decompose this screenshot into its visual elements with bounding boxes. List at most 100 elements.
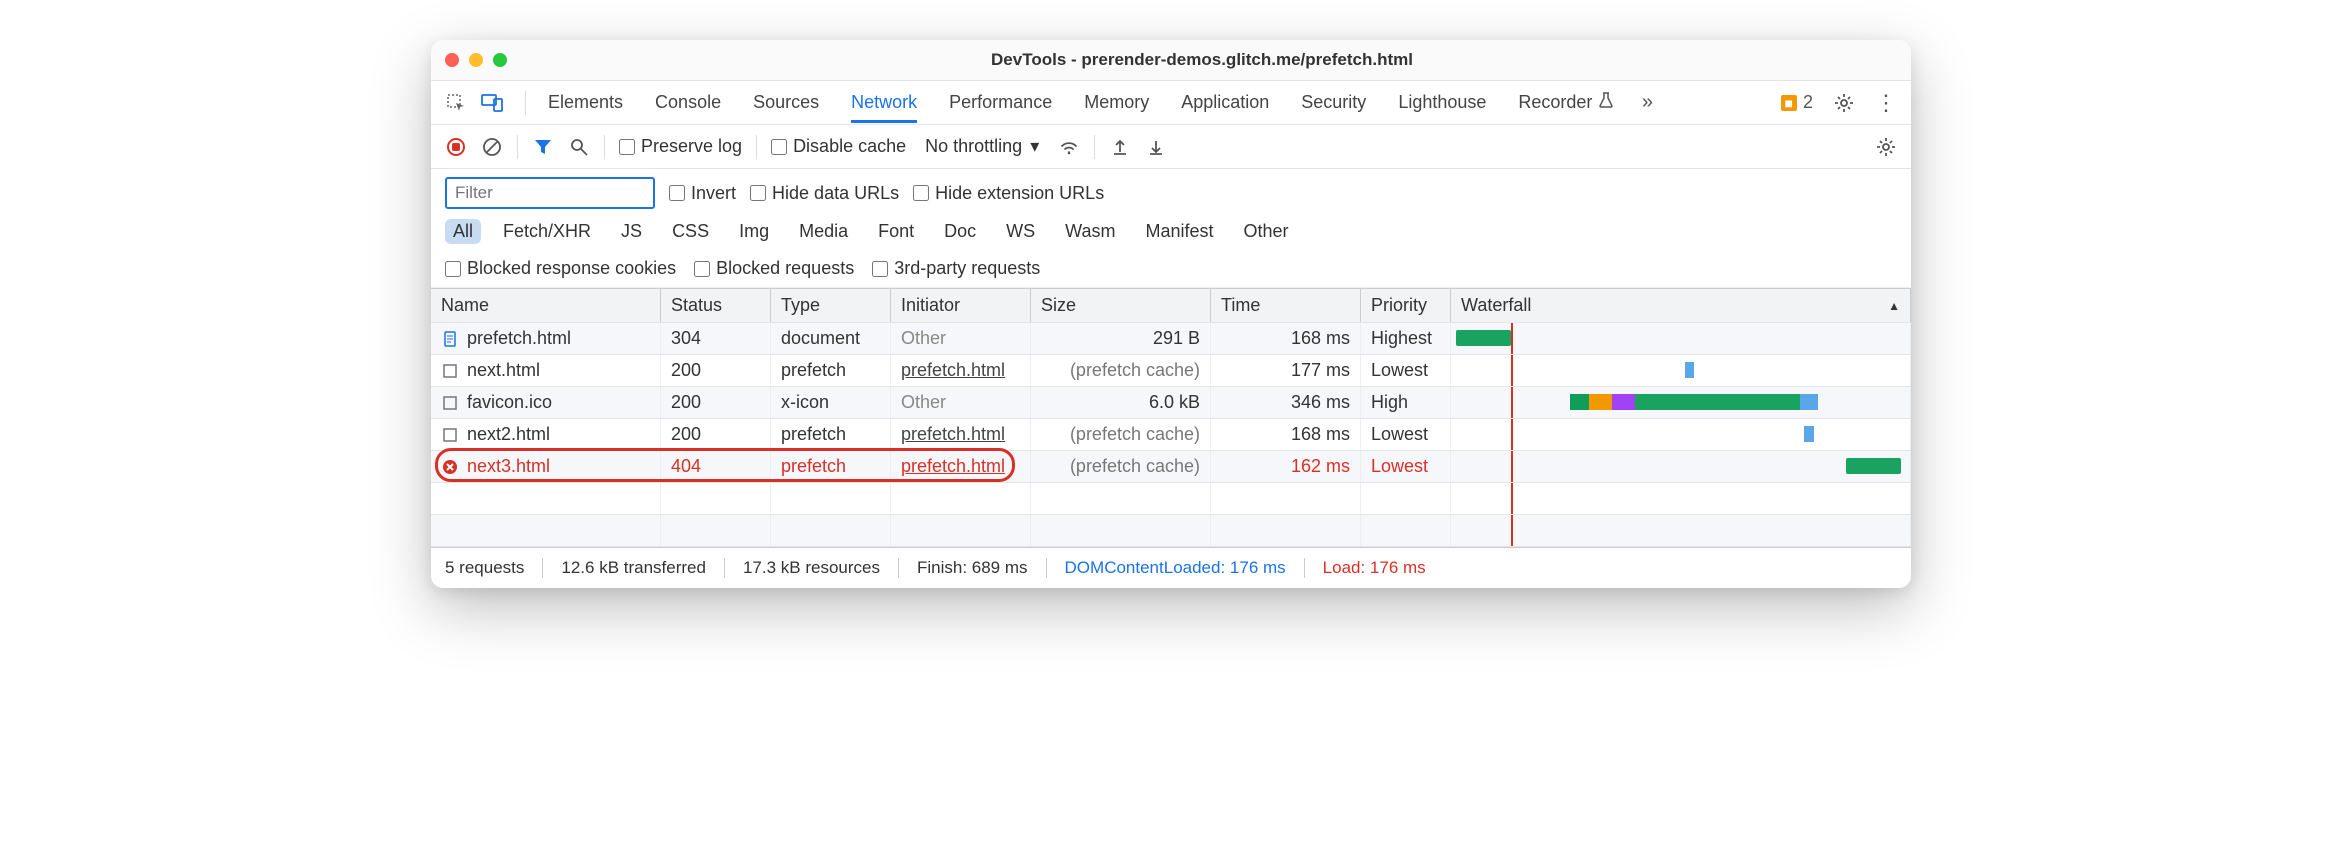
network-table: NameStatusTypeInitiatorSizeTimePriorityW…: [431, 288, 1911, 547]
table-row[interactable]: next3.html404prefetchprefetch.html(prefe…: [431, 451, 1911, 483]
invert-checkbox[interactable]: Invert: [669, 183, 736, 204]
cell-size: (prefetch cache): [1031, 419, 1211, 450]
cell-size: 6.0 kB: [1031, 387, 1211, 418]
cell-time: 346 ms: [1211, 387, 1361, 418]
clear-button[interactable]: [481, 136, 503, 158]
col-time[interactable]: Time: [1211, 289, 1361, 322]
kebab-icon[interactable]: ⋮: [1875, 92, 1897, 114]
close-window[interactable]: [445, 53, 459, 67]
tab-network[interactable]: Network: [851, 82, 917, 123]
hide-extension-checkbox[interactable]: Hide extension URLs: [913, 183, 1104, 204]
filter-type-img[interactable]: Img: [731, 219, 777, 244]
blocked-requests-checkbox[interactable]: Blocked requests: [694, 258, 854, 279]
upload-har-icon[interactable]: [1109, 136, 1131, 158]
table-row: .: [431, 515, 1911, 547]
table-row[interactable]: prefetch.html304documentOther291 B168 ms…: [431, 323, 1911, 355]
cell-initiator[interactable]: prefetch.html: [891, 355, 1031, 386]
document-icon: [441, 330, 459, 348]
table-row[interactable]: next.html200prefetchprefetch.html(prefet…: [431, 355, 1911, 387]
hide-data-checkbox[interactable]: Hide data URLs: [750, 183, 899, 204]
third-party-checkbox[interactable]: 3rd-party requests: [872, 258, 1040, 279]
search-icon[interactable]: [568, 136, 590, 158]
filter-icon[interactable]: [532, 136, 554, 158]
filter-type-fetchxhr[interactable]: Fetch/XHR: [495, 219, 599, 244]
cell-waterfall: [1451, 451, 1911, 482]
col-name[interactable]: Name: [431, 289, 661, 322]
beaker-icon: [1598, 92, 1614, 113]
tab-memory[interactable]: Memory: [1084, 82, 1149, 123]
blocked-cookies-checkbox[interactable]: Blocked response cookies: [445, 258, 676, 279]
network-conditions-icon[interactable]: [1058, 136, 1080, 158]
tab-performance[interactable]: Performance: [949, 82, 1052, 123]
request-name: prefetch.html: [467, 328, 571, 349]
transferred: 12.6 kB transferred: [561, 558, 706, 578]
filter-input[interactable]: [445, 177, 655, 209]
filter-type-doc[interactable]: Doc: [936, 219, 984, 244]
file-icon: [441, 426, 459, 444]
col-waterfall[interactable]: Waterfall▲: [1451, 289, 1911, 322]
col-size[interactable]: Size: [1031, 289, 1211, 322]
error-icon: [441, 458, 459, 476]
tab-elements[interactable]: Elements: [548, 82, 623, 123]
zoom-window[interactable]: [493, 53, 507, 67]
device-icon[interactable]: [481, 92, 503, 114]
filter-type-other[interactable]: Other: [1236, 219, 1297, 244]
filter-bar: Invert Hide data URLs Hide extension URL…: [431, 169, 1911, 288]
load-time: Load: 176 ms: [1323, 558, 1426, 578]
minimize-window[interactable]: [469, 53, 483, 67]
filter-type-css[interactable]: CSS: [664, 219, 717, 244]
download-har-icon[interactable]: [1145, 136, 1167, 158]
filter-type-all[interactable]: All: [445, 219, 481, 244]
settings-icon[interactable]: [1875, 136, 1897, 158]
record-button[interactable]: [445, 136, 467, 158]
cell-initiator: Other: [891, 323, 1031, 354]
filter-type-media[interactable]: Media: [791, 219, 856, 244]
cell-priority: Lowest: [1361, 419, 1451, 450]
cell-type: prefetch: [771, 355, 891, 386]
tab-lighthouse[interactable]: Lighthouse: [1398, 82, 1486, 123]
more-tabs-icon[interactable]: »: [1636, 92, 1658, 114]
tab-sources[interactable]: Sources: [753, 82, 819, 123]
disable-cache-checkbox[interactable]: Disable cache: [771, 136, 906, 157]
col-initiator[interactable]: Initiator: [891, 289, 1031, 322]
warnings-badge[interactable]: ■2: [1781, 92, 1813, 113]
cell-status: 404: [661, 451, 771, 482]
cell-waterfall: [1451, 387, 1911, 418]
cell-type: prefetch: [771, 419, 891, 450]
filter-type-wasm[interactable]: Wasm: [1057, 219, 1123, 244]
request-name: favicon.ico: [467, 392, 552, 413]
cell-time: 177 ms: [1211, 355, 1361, 386]
col-type[interactable]: Type: [771, 289, 891, 322]
filter-type-ws[interactable]: WS: [998, 219, 1043, 244]
table-row[interactable]: next2.html200prefetchprefetch.html(prefe…: [431, 419, 1911, 451]
tab-console[interactable]: Console: [655, 82, 721, 123]
cell-status: 200: [661, 387, 771, 418]
request-name: next.html: [467, 360, 540, 381]
throttling-select[interactable]: No throttling ▾: [920, 133, 1044, 160]
inspect-icon[interactable]: [445, 92, 467, 114]
filter-type-manifest[interactable]: Manifest: [1138, 219, 1222, 244]
cell-initiator[interactable]: prefetch.html: [891, 451, 1031, 482]
cell-priority: Highest: [1361, 323, 1451, 354]
cell-status: 304: [661, 323, 771, 354]
chevron-down-icon: ▾: [1030, 136, 1039, 157]
settings-icon[interactable]: [1833, 92, 1855, 114]
request-name: next2.html: [467, 424, 550, 445]
preserve-log-checkbox[interactable]: Preserve log: [619, 136, 742, 157]
table-row[interactable]: favicon.ico200x-iconOther6.0 kB346 msHig…: [431, 387, 1911, 419]
cell-waterfall: [1451, 419, 1911, 450]
col-priority[interactable]: Priority: [1361, 289, 1451, 322]
resources: 17.3 kB resources: [743, 558, 880, 578]
col-status[interactable]: Status: [661, 289, 771, 322]
tab-application[interactable]: Application: [1181, 82, 1269, 123]
cell-initiator[interactable]: prefetch.html: [891, 419, 1031, 450]
table-header: NameStatusTypeInitiatorSizeTimePriorityW…: [431, 289, 1911, 323]
tab-security[interactable]: Security: [1301, 82, 1366, 123]
filter-type-js[interactable]: JS: [613, 219, 650, 244]
filter-type-font[interactable]: Font: [870, 219, 922, 244]
cell-type: prefetch: [771, 451, 891, 482]
tab-recorder[interactable]: Recorder: [1518, 82, 1614, 123]
titlebar: DevTools - prerender-demos.glitch.me/pre…: [431, 40, 1911, 81]
cell-time: 168 ms: [1211, 323, 1361, 354]
finish-time: Finish: 689 ms: [917, 558, 1028, 578]
